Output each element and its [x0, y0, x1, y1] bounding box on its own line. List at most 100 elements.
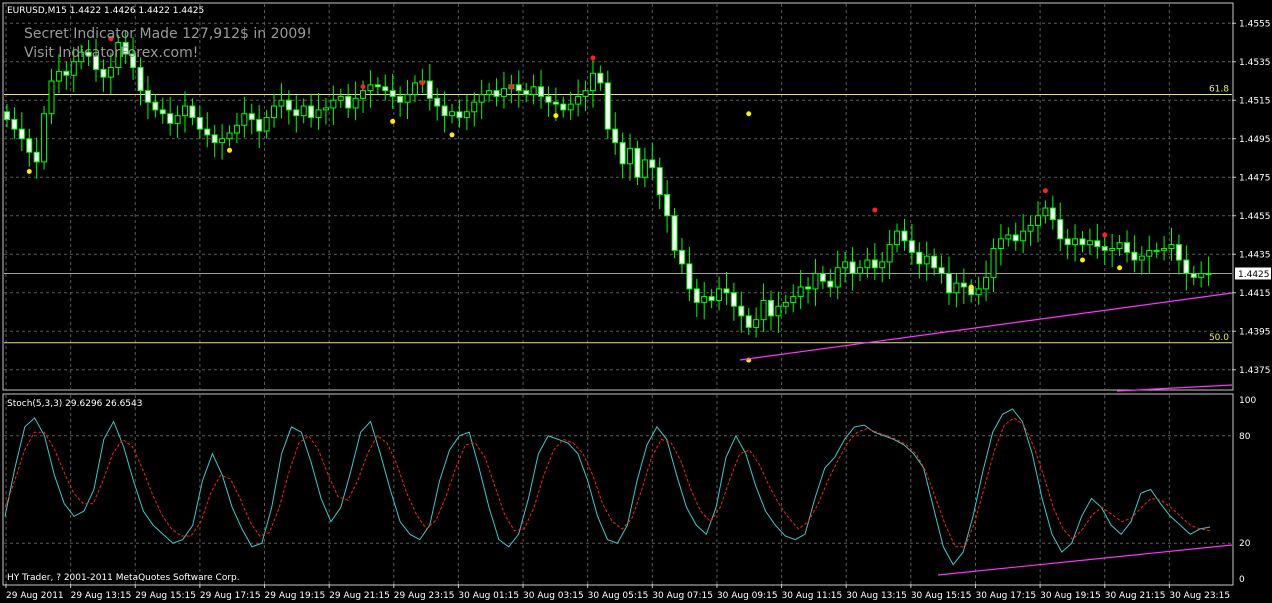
candle-body [827, 280, 834, 288]
high-fractal-dot [872, 207, 878, 213]
candle-body [352, 97, 359, 109]
low-fractal-dot [968, 284, 974, 290]
watermark-line-1: Secret Indicator Made 127,912$ in 2009! [24, 26, 312, 42]
candle-body [152, 101, 159, 111]
candle-body [471, 101, 478, 113]
candle-body [1057, 219, 1064, 240]
candle-body [33, 151, 40, 163]
candle-body [753, 319, 760, 328]
candle-body [1153, 249, 1160, 252]
candle-body [4, 111, 10, 121]
y-tick-label: 1.4475 [1239, 173, 1271, 183]
candle-body [730, 292, 737, 307]
fib-level-label: 61.8 [1209, 84, 1229, 94]
high-fractal-dot [590, 55, 596, 61]
candle-body [330, 99, 337, 109]
candle-body [894, 230, 901, 246]
candle-body [879, 261, 886, 269]
candle-body [1183, 259, 1190, 274]
trendlines[interactable] [739, 292, 1233, 576]
candle-body [1049, 207, 1056, 221]
candle-body [886, 244, 893, 263]
candle-body [960, 282, 967, 288]
candle-body [716, 288, 723, 301]
candle-body [1042, 207, 1049, 217]
y-tick-label: 1.4495 [1239, 135, 1271, 145]
candle-body [916, 251, 923, 265]
candle-body [871, 259, 878, 269]
candle-body [48, 80, 55, 115]
candle-body [219, 138, 226, 144]
candle-body [1094, 240, 1101, 248]
candle-body [1086, 240, 1093, 246]
stoch-trendline[interactable] [937, 544, 1233, 576]
x-tick-label: 29 Aug 2011 [6, 591, 64, 601]
candle-body [1072, 238, 1079, 246]
y-tick-label: 1.4435 [1239, 250, 1271, 260]
candle-body [1198, 273, 1205, 278]
candle-body [775, 305, 782, 317]
x-tick-label: 30 Aug 13:15 [846, 591, 907, 601]
candle-body [404, 93, 411, 103]
chart-window[interactable]: 61.8 50.0 1.4555 1.4535 1.4515 1.4495 1.4475 1… [0, 0, 1272, 603]
candle-body [1034, 215, 1041, 226]
stoch-y-tick-label: 20 [1239, 539, 1251, 549]
candle-body [1161, 247, 1168, 251]
candle-body [1012, 234, 1019, 242]
candle-body [641, 159, 648, 178]
candle-body [604, 82, 611, 130]
watermark-line-2: Visit IndicatorForex.com! [24, 45, 198, 61]
candle-body [849, 261, 856, 275]
grid [4, 4, 1232, 584]
high-fractal-dot [419, 80, 425, 86]
candle-body [144, 90, 151, 103]
low-fractal-dot [1117, 265, 1123, 271]
chart-canvas[interactable]: 61.850.0 1.45551.45351.45151.44951.44751… [0, 0, 1272, 603]
candle-body [1123, 242, 1130, 253]
main-chart-frame [2, 2, 1234, 391]
candle-body [107, 67, 114, 78]
low-fractal-dot [1079, 257, 1085, 263]
candle-body [760, 299, 767, 321]
x-tick-label: 29 Aug 23:15 [394, 591, 455, 601]
stoch-y-tick-label: 100 [1239, 396, 1256, 406]
candle-body [983, 276, 990, 290]
low-fractal-dot [227, 147, 233, 153]
candle-body [627, 147, 634, 165]
candle-body [589, 72, 596, 92]
high-fractal-dot [508, 84, 514, 90]
y-tick-label: 1.4515 [1239, 96, 1271, 106]
candle-body [745, 315, 752, 328]
candle-body [997, 238, 1004, 249]
stoch-main-line [4, 408, 1211, 566]
candle-body [901, 230, 908, 242]
candle-body [1116, 242, 1123, 249]
candle-body [1079, 238, 1086, 246]
y-tick-label: 1.4415 [1239, 289, 1271, 299]
candle-body [441, 105, 448, 117]
candle-body [271, 105, 278, 119]
candle-body [278, 99, 285, 107]
candle-body [263, 117, 270, 132]
candle-body [411, 82, 418, 95]
candle-body [908, 240, 915, 253]
candle-body [552, 101, 559, 105]
candle-body [686, 263, 693, 290]
stoch-header: Stoch(5,3,3) 29.6296 26.6543 [7, 399, 142, 409]
candle-body [233, 124, 240, 134]
candle-body [41, 113, 48, 163]
candle-body [723, 288, 730, 294]
candle-body [1101, 246, 1108, 251]
candle-body [678, 249, 685, 265]
candle-body [805, 286, 812, 290]
x-tick-label: 29 Aug 21:15 [329, 591, 390, 601]
candle-body [18, 128, 25, 140]
candle-body [619, 142, 626, 165]
candle-body [389, 90, 396, 97]
current-price-label: 1.4425 [1238, 270, 1270, 280]
x-tick-label: 29 Aug 17:15 [200, 591, 261, 601]
candle-body [478, 93, 485, 103]
support-trendline[interactable] [739, 292, 1233, 361]
candle-body [256, 119, 263, 132]
candle-body [1168, 244, 1175, 249]
